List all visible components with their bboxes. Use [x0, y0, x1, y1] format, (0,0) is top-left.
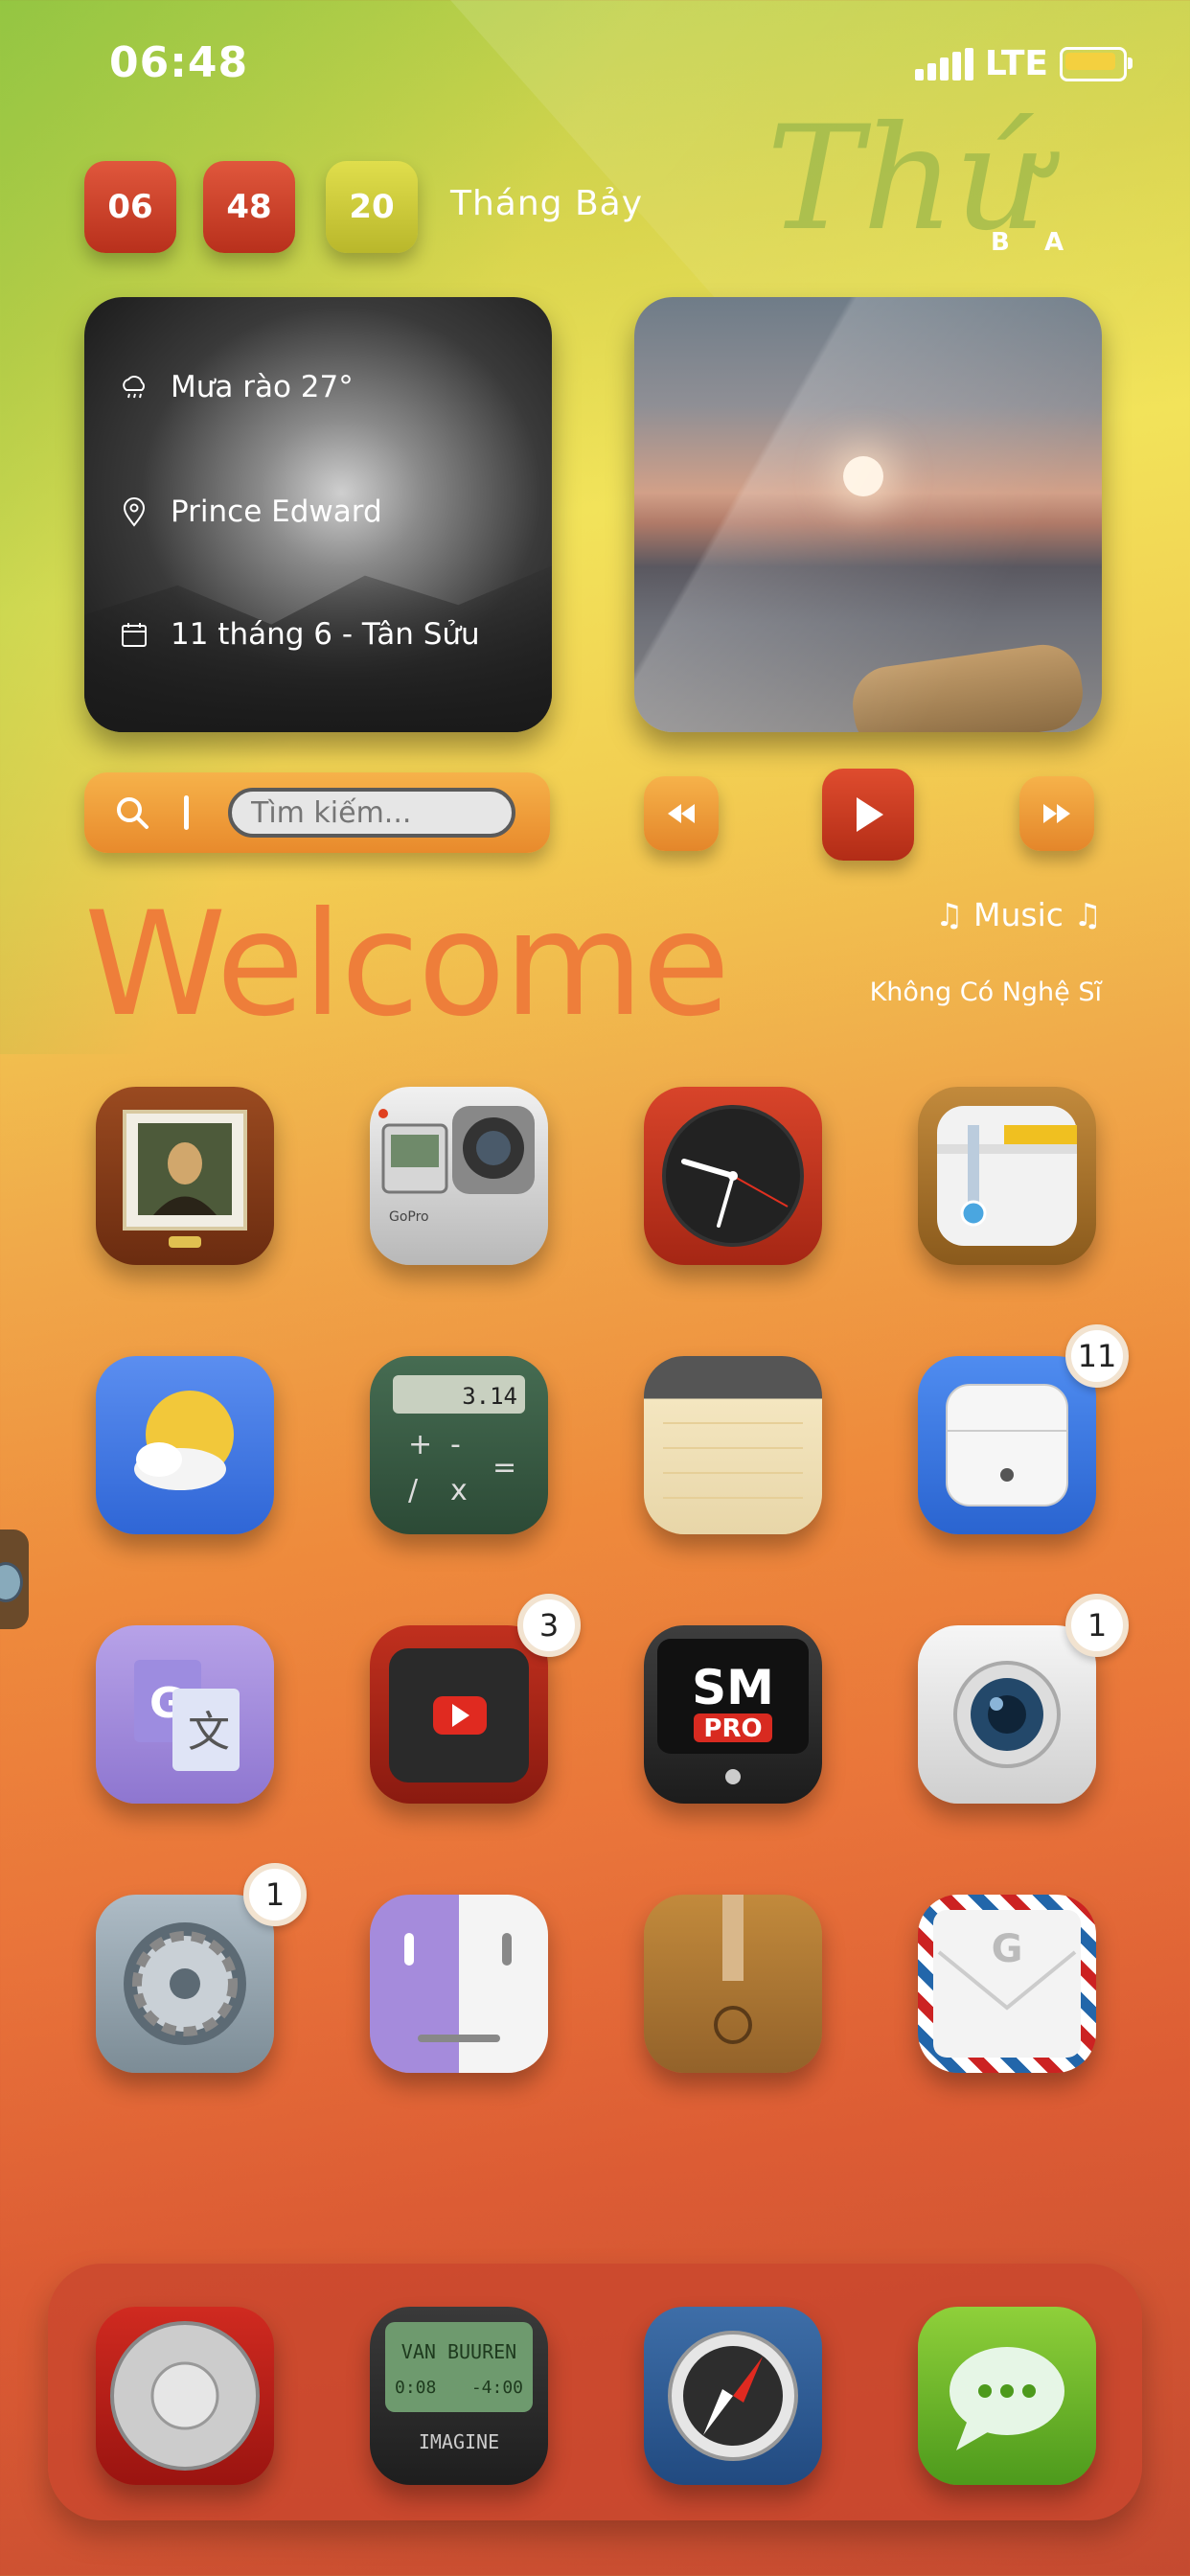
weather-condition: Mưa rào 27°	[171, 370, 354, 404]
app-phone[interactable]	[96, 2307, 274, 2485]
search-input[interactable]	[228, 788, 515, 838]
app-safari[interactable]	[644, 2307, 822, 2485]
rain-cloud-icon	[119, 372, 149, 402]
picture-frame-icon	[123, 1110, 247, 1248]
player-remaining: -4:00	[471, 2378, 523, 2398]
weather-date: 11 tháng 6 - Tân Sửu	[171, 617, 480, 652]
side-handle[interactable]	[0, 1530, 29, 1629]
svg-text:x: x	[450, 1474, 468, 1507]
calendar-icon	[119, 619, 149, 650]
app-translate[interactable]: G 文	[96, 1625, 274, 1804]
app-notes[interactable]	[644, 1356, 822, 1534]
airpods-case-icon	[946, 1384, 1068, 1506]
search-icon[interactable]	[113, 794, 151, 832]
youtube-icon	[389, 1648, 529, 1782]
settings-badge: 1	[243, 1863, 307, 1926]
svg-text:=: =	[492, 1451, 516, 1484]
compass-icon	[668, 2331, 798, 2461]
translate-icon: G 文	[134, 1660, 240, 1771]
svg-text:G: G	[992, 1927, 1023, 1971]
weekday-letter-b: B	[991, 228, 1010, 257]
sm-pro-icon: SM PRO	[657, 1639, 809, 1784]
app-gopro[interactable]: GoPro	[370, 1087, 548, 1265]
svg-text:文: 文	[188, 1708, 230, 1757]
camera-badge: 1	[1065, 1594, 1129, 1657]
status-right: LTE	[914, 44, 1133, 83]
gear-icon	[124, 1922, 246, 2045]
svg-text:GoPro: GoPro	[389, 1209, 429, 1225]
app-calculator[interactable]: 3.14 + - / x =	[370, 1356, 548, 1534]
app-camera[interactable]	[918, 1625, 1096, 1804]
sm-pro-label: SM	[692, 1660, 774, 1715]
signal-icon	[914, 47, 973, 80]
network-label: LTE	[984, 44, 1048, 83]
svg-text:+: +	[408, 1428, 432, 1461]
weather-row: Mưa rào 27°	[119, 370, 354, 404]
sun-cloud-icon	[134, 1391, 234, 1490]
calculator-display: 3.14	[462, 1383, 517, 1410]
youtube-badge: 3	[517, 1594, 581, 1657]
app-weather[interactable]	[96, 1356, 274, 1534]
play-button[interactable]	[822, 769, 914, 861]
location-row: Prince Edward	[119, 494, 382, 529]
app-music-player[interactable]: VAN BUUREN 0:08 -4:00 IMAGINE	[370, 2307, 548, 2485]
second-tile: 20	[326, 161, 418, 253]
music-title: ♫ Music ♫	[934, 896, 1102, 933]
status-time: 06:48	[109, 38, 249, 87]
notepad-icon	[663, 1422, 803, 1499]
app-cydia[interactable]	[644, 1895, 822, 2073]
date-row: 11 tháng 6 - Tân Sửu	[119, 617, 480, 652]
month-label: Tháng Bảy	[450, 184, 644, 223]
calculator-icon: 3.14 + - / x =	[393, 1375, 525, 1507]
album-art-widget[interactable]	[634, 297, 1102, 732]
svg-text:-: -	[450, 1428, 461, 1461]
location-pin-icon	[119, 496, 149, 527]
welcome-text: Welcome	[84, 882, 730, 1048]
rewind-button[interactable]	[644, 776, 719, 851]
weather-widget[interactable]: Mưa rào 27° Prince Edward 11 tháng 6 - T…	[84, 297, 552, 732]
minute-tile: 48	[203, 161, 295, 253]
weekday-letter-a: A	[1044, 228, 1064, 257]
battery-icon	[1060, 46, 1133, 81]
clock-icon	[662, 1105, 804, 1247]
app-sm-pro[interactable]: SM PRO	[644, 1625, 822, 1804]
app-maps[interactable]	[918, 1087, 1096, 1265]
camera-lens-icon	[953, 1661, 1061, 1768]
app-airpods[interactable]	[918, 1356, 1096, 1534]
fast-forward-icon	[1043, 804, 1070, 823]
search-bar	[84, 772, 550, 853]
rotary-phone-icon	[110, 2321, 260, 2471]
fast-forward-button[interactable]	[1019, 776, 1094, 851]
airpods-badge: 11	[1065, 1324, 1129, 1388]
music-player-icon: VAN BUUREN 0:08 -4:00 IMAGINE	[385, 2322, 533, 2453]
app-gmail[interactable]: G	[918, 1895, 1096, 2073]
sm-pro-sublabel: PRO	[703, 1714, 762, 1743]
search-divider	[184, 795, 189, 830]
svg-text:/: /	[408, 1474, 419, 1507]
hour-tile: 06	[84, 161, 176, 253]
envelope-icon: G	[933, 1910, 1081, 2058]
map-icon	[937, 1106, 1077, 1246]
player-album: IMAGINE	[419, 2430, 499, 2453]
chat-bubble-icon	[950, 2347, 1064, 2450]
app-toggle[interactable]	[370, 1895, 548, 2073]
gopro-camera-icon: GoPro	[378, 1106, 535, 1225]
player-elapsed: 0:08	[395, 2378, 436, 2398]
weather-location: Prince Edward	[171, 494, 382, 529]
box-icon	[714, 1895, 752, 2044]
switch-icon	[404, 1933, 512, 2042]
app-settings[interactable]	[96, 1895, 274, 2073]
app-messages[interactable]	[918, 2307, 1096, 2485]
app-clock[interactable]	[644, 1087, 822, 1265]
app-youtube[interactable]	[370, 1625, 548, 1804]
music-artist: Không Có Nghệ Sĩ	[869, 978, 1102, 1007]
play-icon	[857, 797, 883, 832]
rewind-icon	[668, 804, 695, 823]
player-track: VAN BUUREN	[401, 2340, 516, 2363]
app-photos[interactable]	[96, 1087, 274, 1265]
